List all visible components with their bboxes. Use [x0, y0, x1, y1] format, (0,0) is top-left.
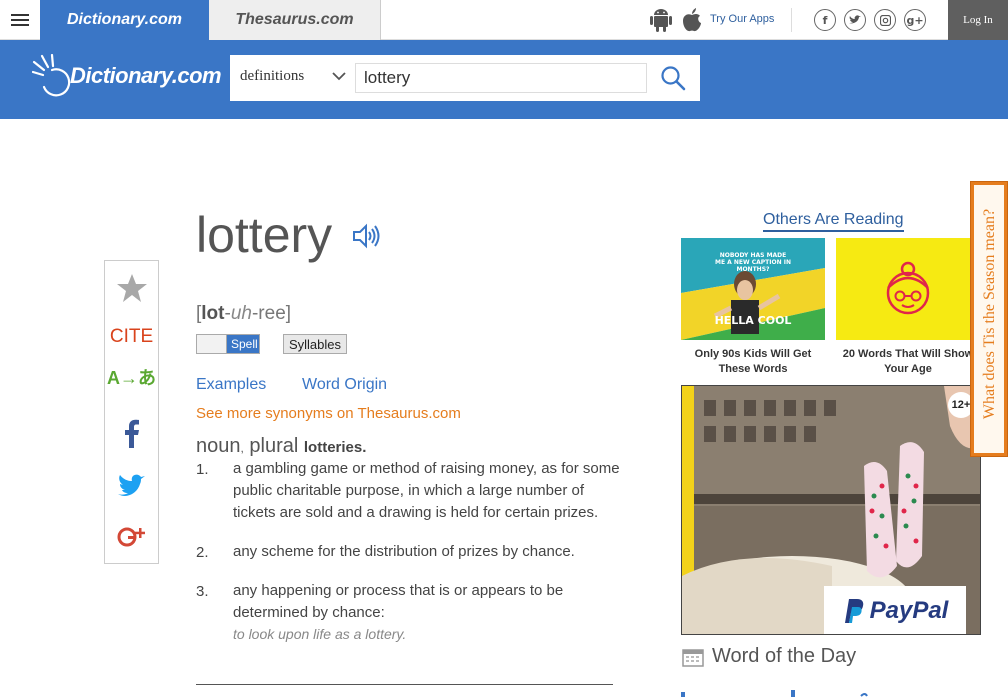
definition-text: any scheme for the distribution of prize… — [233, 543, 575, 560]
headword: lottery — [196, 207, 333, 263]
definition-number: 1. — [196, 461, 209, 478]
definition-example: to look upon life as a lottery. — [233, 626, 407, 642]
face-icon — [886, 261, 930, 315]
part-of-speech-line: noun, plural lotteries. — [196, 435, 366, 458]
paypal-icon — [844, 599, 863, 623]
tab-word-origin[interactable]: Word Origin — [302, 376, 387, 394]
top-bar: Dictionary.com Thesaurus.com Try Our App… — [0, 0, 1008, 40]
divider — [196, 684, 613, 685]
pron-stressed: lot — [201, 303, 225, 324]
syllables-button[interactable]: Syllables — [283, 334, 347, 354]
tab-thesaurus[interactable]: Thesaurus.com — [209, 0, 381, 40]
audio-speaker-icon[interactable] — [352, 222, 380, 250]
article-thumbnail-show-age[interactable] — [836, 238, 980, 340]
site-logo[interactable]: Dictionary.com — [32, 54, 222, 98]
search-button[interactable] — [655, 63, 691, 93]
part-of-speech: noun — [196, 435, 241, 457]
definition-number: 2. — [196, 544, 209, 561]
search-mode-select[interactable]: definitions — [240, 68, 304, 85]
definition-number: 3. — [196, 583, 209, 600]
article-caption[interactable]: 20 Words That Will Show Your Age — [836, 347, 980, 377]
search-bar: definitions — [230, 55, 700, 101]
tab-dictionary[interactable]: Dictionary.com — [40, 0, 209, 40]
menu-icon[interactable] — [0, 0, 40, 40]
cite-button[interactable]: CITE — [105, 323, 158, 351]
paypal-wordmark: PayPal — [869, 597, 949, 624]
toggle-knob — [197, 335, 227, 353]
article-caption[interactable]: Only 90s Kids Will Get These Words — [681, 347, 825, 377]
google-plus-icon[interactable]: g+ — [904, 9, 926, 31]
google-plus-share-icon[interactable] — [105, 519, 158, 555]
word-of-the-day-header: Word of the Day — [682, 645, 856, 668]
season-feedback-tab[interactable]: What does Tis the Season mean? — [970, 181, 1008, 457]
thesaurus-synonyms-link[interactable]: See more synonyms on Thesaurus.com — [196, 405, 461, 422]
pron-unstressed: uh — [230, 303, 252, 324]
search-input[interactable] — [355, 63, 647, 93]
paypal-logo: PayPal — [824, 586, 966, 634]
app-icons — [650, 8, 702, 32]
pronunciation: [lot-uh-ree] — [196, 303, 292, 324]
meme-bottom-text: HELLA COOL — [714, 314, 792, 327]
facebook-icon[interactable]: f — [814, 9, 836, 31]
side-tab-panel: What does Tis the Season mean? — [974, 185, 1004, 453]
apple-icon[interactable] — [682, 8, 702, 32]
calendar-icon — [682, 648, 704, 667]
login-button[interactable]: Log In — [948, 0, 1008, 40]
android-icon[interactable] — [650, 8, 672, 32]
meme-top-text: NOBODY HAS MADE ME A NEW CAPTION IN MONT… — [715, 252, 791, 273]
logo-sun-icon — [32, 54, 71, 97]
social-links: f g+ — [814, 9, 926, 31]
try-our-apps-link[interactable]: Try Our Apps — [710, 13, 774, 25]
translate-button[interactable]: A→あ — [105, 363, 158, 391]
plural-form: lotteries. — [303, 439, 367, 456]
divider — [791, 8, 792, 32]
logo-text: Dictionary.com — [70, 63, 222, 88]
chevron-down-icon[interactable] — [332, 71, 346, 81]
advertisement[interactable]: 12+ PayPal — [681, 385, 981, 635]
word-of-the-day-word-clipped — [681, 685, 881, 697]
spell-toggle[interactable]: Spell — [196, 334, 260, 354]
definition-text: any happening or process that is or appe… — [233, 582, 564, 621]
article-thumbnail-90s-kids[interactable]: NOBODY HAS MADE ME A NEW CAPTION IN MONT… — [681, 238, 825, 340]
definition-text: a gambling game or method of raising mon… — [233, 460, 620, 521]
side-tab-label: What does Tis the Season mean? — [981, 208, 998, 420]
share-rail: CITE A→あ — [104, 260, 159, 564]
search-icon — [661, 66, 686, 91]
site-header: Dictionary.com definitions — [0, 40, 1008, 119]
spell-label: Spell — [231, 337, 258, 351]
star-icon[interactable] — [105, 271, 158, 305]
tab-examples[interactable]: Examples — [196, 376, 266, 394]
others-reading-title[interactable]: Others Are Reading — [763, 211, 904, 232]
instagram-icon[interactable] — [874, 9, 896, 31]
twitter-icon[interactable] — [844, 9, 866, 31]
word-of-the-day-title[interactable]: Word of the Day — [712, 645, 856, 668]
twitter-share-icon[interactable] — [105, 469, 158, 503]
facebook-share-icon[interactable] — [105, 415, 158, 451]
plural-label: plural — [249, 435, 299, 457]
pron-end: ree — [258, 303, 286, 324]
comma: , — [240, 441, 244, 455]
